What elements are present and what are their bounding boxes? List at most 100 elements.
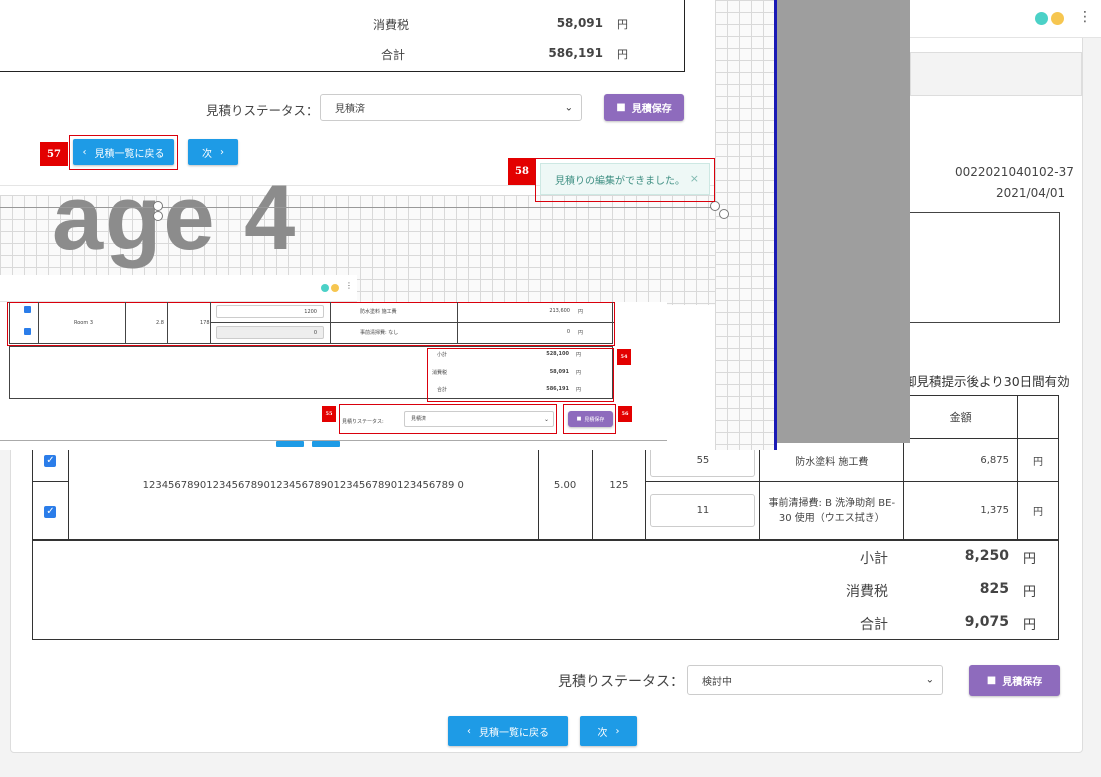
kebab-menu-icon[interactable]: ⋮	[345, 281, 353, 290]
row-description: 事前清掃費: B 洗浄助剤 BE-30 使用（ウエス拭き）	[759, 481, 905, 540]
save-icon: ■	[576, 416, 582, 422]
quantity-input[interactable]: 11	[650, 494, 756, 527]
mini-row-unit: 円	[578, 330, 584, 336]
save-estimate-button[interactable]: ■ 見積保存	[969, 665, 1060, 696]
mini-qty-input[interactable]: 0	[216, 326, 324, 339]
overlay-back-label: 見積一覧に戻る	[94, 148, 165, 160]
mini-save-button[interactable]: ■ 見積保存	[568, 411, 613, 427]
total-unit: 円	[1023, 618, 1037, 633]
resize-handle[interactable]	[710, 201, 720, 211]
overlay-tax-unit: 円	[617, 18, 628, 31]
next-button[interactable]: 次 ›	[580, 716, 637, 746]
mini-row-unit: 円	[578, 309, 584, 315]
status-dot-yellow	[1051, 12, 1064, 25]
overlay-save-label: 見積保存	[631, 104, 672, 115]
close-icon[interactable]: ×	[690, 172, 699, 185]
row-checkbox[interactable]	[24, 306, 31, 313]
document-date: 2021/04/01	[996, 186, 1066, 200]
mini-row-desc: 防水塗料 施工費	[360, 309, 397, 315]
status-select-value: 検討中	[702, 676, 732, 688]
kebab-menu-icon[interactable]: ⋮	[1078, 9, 1092, 25]
mini-area: 2.8	[156, 320, 164, 326]
mini-page: Room 3 2.8 178 1200 0 防水塗料 施工費 事前清掃費: なし…	[0, 302, 667, 450]
overlay-status-label: 見積りステータス：	[206, 103, 319, 118]
subtotal-value: 8,250	[964, 548, 1009, 564]
totals-box: 小計 8,250 円 消費税 825 円 合計 9,075 円	[32, 540, 1059, 640]
mini-status-value: 見積済	[411, 416, 427, 422]
save-icon: ■	[616, 102, 626, 113]
back-to-list-button[interactable]: ‹ 見積一覧に戻る	[448, 716, 568, 746]
overlay-back-button[interactable]: ‹ 見積一覧に戻る	[73, 139, 174, 165]
mini-row-desc: 事前清掃費: なし	[360, 330, 399, 336]
annotation-tag-56: 56	[618, 406, 632, 422]
mini-subtotal-value: 528,100	[546, 351, 569, 357]
overlay-save-button[interactable]: ■ 見積保存	[604, 94, 684, 121]
resize-handle[interactable]	[153, 201, 163, 211]
mini-tax-label: 消費税	[432, 370, 448, 376]
chevron-down-icon: ⌄	[564, 102, 573, 113]
mini-status-select[interactable]: 見積済 ⌄	[404, 411, 554, 427]
chevron-right-icon: ›	[220, 146, 224, 158]
amount-header: 金額	[903, 395, 1019, 439]
row-amount: 1,375	[903, 481, 1019, 540]
mini-total-label: 合計	[437, 387, 448, 393]
annotation-tag-58: 58	[508, 158, 536, 185]
mini-qty-input[interactable]: 1200	[216, 305, 324, 318]
status-dot-teal	[1035, 12, 1048, 25]
page-watermark-text: age 4	[52, 167, 298, 269]
mini-subtotal-unit: 円	[576, 352, 582, 358]
row-checkbox[interactable]: ✓	[44, 505, 57, 518]
resize-handle[interactable]	[153, 211, 163, 221]
overlay-tax-label: 消費税	[373, 18, 410, 32]
annotation-tag-55: 55	[322, 406, 336, 422]
height-value: 125	[609, 480, 629, 491]
area-value: 5.00	[553, 480, 577, 491]
overlay-totals-card: 消費税 58,091 円 合計 586,191 円	[0, 0, 685, 72]
overlay-status-value: 見積済	[335, 104, 365, 115]
overlay-capture: 消費税 58,091 円 合計 586,191 円 見積りステータス： 見積済 …	[0, 0, 777, 450]
mini-height: 178	[200, 320, 210, 326]
mini-dot-yellow	[331, 284, 339, 292]
status-label: 見積りステータス：	[558, 674, 684, 690]
toast-message: 見積りの編集ができました。	[555, 175, 685, 187]
row-checkbox[interactable]: ✓	[44, 455, 57, 467]
mini-lower-strip	[0, 440, 667, 450]
overlay-total-label: 合計	[381, 48, 406, 62]
chevron-left-icon: ‹	[82, 146, 87, 158]
mini-tax-value: 58,091	[549, 369, 569, 375]
overlay-tax-value: 58,091	[556, 16, 603, 30]
mini-row-amount: 213,600	[549, 308, 570, 314]
save-button-label: 見積保存	[1002, 677, 1043, 688]
chevron-left-icon: ‹	[467, 725, 471, 737]
mini-tax-unit: 円	[576, 370, 582, 376]
overlay-status-select[interactable]: 見積済 ⌄	[320, 94, 582, 121]
document-number: 0022021040102-37	[955, 165, 1074, 179]
mini-save-label: 見積保存	[584, 416, 605, 423]
selection-line	[0, 207, 718, 208]
overlay-next-button[interactable]: 次 ›	[188, 139, 238, 165]
row-checkbox[interactable]	[24, 328, 31, 335]
subtotal-unit: 円	[1023, 552, 1037, 567]
mini-row-amount: 0	[566, 329, 570, 335]
mini-topbar: ⋮	[0, 275, 357, 302]
mini-back-button[interactable]	[276, 441, 304, 447]
chevron-down-icon: ⌄	[543, 416, 549, 423]
mini-subtotal-label: 小計	[437, 352, 448, 358]
top-bar: ⋮	[910, 0, 1101, 38]
resize-handle[interactable]	[719, 209, 729, 219]
status-select[interactable]: 検討中 ⌄	[687, 665, 943, 695]
tax-value: 825	[979, 581, 1009, 597]
tax-unit: 円	[1023, 585, 1037, 600]
row-amount: 6,875	[903, 438, 1019, 482]
mini-next-button[interactable]	[312, 441, 340, 447]
chevron-down-icon: ⌄	[925, 674, 934, 686]
overlay-total-value: 586,191	[548, 46, 603, 60]
mini-status-label: 見積りステータス:	[342, 419, 384, 425]
row-unit: 円	[1017, 438, 1059, 482]
row-description: 防水塗料 施工費	[759, 438, 905, 482]
total-value: 9,075	[964, 614, 1009, 630]
screen: ⋮ 0022021040102-37 2021/04/01 御見積提示後より30…	[0, 0, 1101, 777]
mini-table: Room 3 2.8 178 1200 0 防水塗料 施工費 事前清掃費: なし…	[9, 302, 614, 344]
total-label: 合計	[860, 617, 888, 633]
room-text: 1234567890123456789012345678901234567890…	[142, 480, 464, 491]
